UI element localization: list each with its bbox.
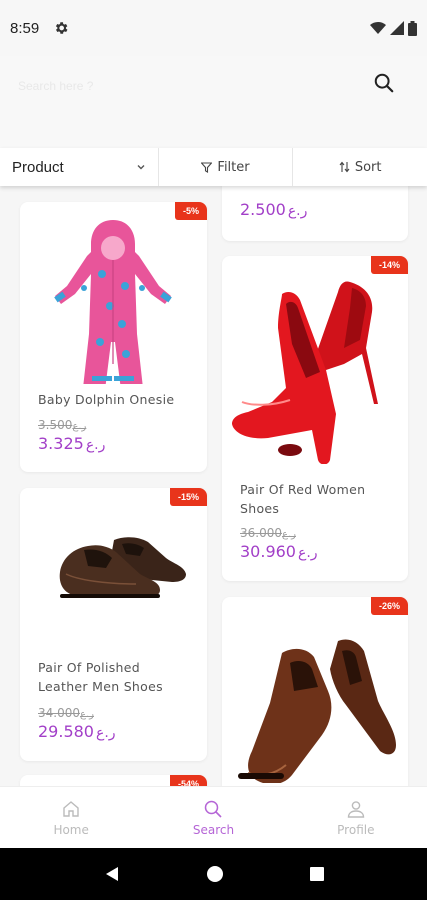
profile-icon xyxy=(347,800,365,818)
home-button-icon[interactable] xyxy=(206,865,224,883)
product-card[interactable]: -14% Pair Of Red Women Shoes 36.000ر.ع 3… xyxy=(222,256,408,581)
price-currency: ر.ع xyxy=(297,545,318,561)
gear-icon xyxy=(56,22,68,34)
nav-home-label: Home xyxy=(53,822,89,837)
product-image xyxy=(232,281,378,464)
discount-badge: -26% xyxy=(370,597,408,615)
back-icon[interactable] xyxy=(103,865,121,883)
search-bar xyxy=(0,56,427,148)
product-image xyxy=(238,639,396,783)
nav-profile[interactable]: Profile xyxy=(285,787,427,848)
nav-profile-label: Profile xyxy=(337,822,375,837)
price: 30.960 ر.ع xyxy=(240,542,318,561)
filter-label: Filter xyxy=(217,159,250,175)
nav-home[interactable]: Home xyxy=(0,787,142,848)
filter-toolbar: Product Filter Sort xyxy=(0,148,427,186)
price: 2.500 ر.ع xyxy=(240,200,308,219)
sort-button[interactable]: Sort xyxy=(293,148,427,186)
search-icon[interactable] xyxy=(373,72,395,94)
old-price-currency: ر.ع xyxy=(282,529,296,540)
price-currency: ر.ع xyxy=(95,725,116,741)
price: 3.325 ر.ع xyxy=(38,434,106,453)
product-image xyxy=(59,537,186,598)
bottom-nav: Home Search Profile xyxy=(0,786,427,848)
wifi-icon xyxy=(370,21,386,34)
old-price: 3.500ر.ع xyxy=(38,418,87,432)
chevron-down-icon xyxy=(137,165,145,170)
product-image xyxy=(54,220,172,384)
sort-icon xyxy=(339,161,350,173)
status-time: 8:59 xyxy=(10,19,40,37)
filter-icon xyxy=(201,161,213,173)
product-dropdown-label: Product xyxy=(12,158,64,176)
old-price-currency: ر.ع xyxy=(72,421,87,432)
product-name: Pair Of Polished Leather Men Shoes xyxy=(38,660,163,694)
discount-badge: -54% xyxy=(169,775,207,786)
discount-badge: -15% xyxy=(169,488,207,506)
battery-icon xyxy=(408,20,417,36)
signal-icon xyxy=(390,21,404,35)
product-card[interactable]: -15% Pair Of Polished Leather Men Shoes … xyxy=(20,488,207,761)
old-price-currency: ر.ع xyxy=(80,709,94,720)
old-price: 36.000ر.ع xyxy=(240,526,296,540)
product-name: Baby Dolphin Onesie xyxy=(38,392,175,407)
recents-icon[interactable] xyxy=(309,866,325,882)
price-currency: ر.ع xyxy=(287,203,308,219)
nav-search[interactable]: Search xyxy=(142,787,284,848)
price-currency: ر.ع xyxy=(85,437,106,453)
status-bar: 8:59 xyxy=(0,0,427,56)
home-icon xyxy=(63,800,79,817)
product-name: Pair Of Red Women Shoes xyxy=(240,482,366,516)
search-icon xyxy=(205,800,223,818)
product-card[interactable]: 2.500 ر.ع xyxy=(222,186,408,241)
sort-label: Sort xyxy=(354,159,382,175)
search-input[interactable] xyxy=(18,72,348,100)
nav-search-label: Search xyxy=(192,822,235,837)
filter-button[interactable]: Filter xyxy=(159,148,294,186)
system-navigation-bar xyxy=(0,848,427,900)
product-dropdown[interactable]: Product xyxy=(0,148,159,186)
discount-badge: -5% xyxy=(174,202,207,220)
old-price: 34.000ر.ع xyxy=(38,706,94,720)
product-card[interactable]: -26% xyxy=(222,597,408,786)
product-card[interactable]: -54% xyxy=(20,775,207,786)
price: 29.580 ر.ع xyxy=(38,722,116,741)
product-card[interactable]: -5% Baby Dolphin Onesie 3.500ر.ع 3.325 ر.… xyxy=(20,202,207,472)
product-grid: -5% Baby Dolphin Onesie 3.500ر.ع 3.325 ر.… xyxy=(0,186,427,786)
discount-badge: -14% xyxy=(370,256,408,274)
status-icons xyxy=(370,20,417,36)
